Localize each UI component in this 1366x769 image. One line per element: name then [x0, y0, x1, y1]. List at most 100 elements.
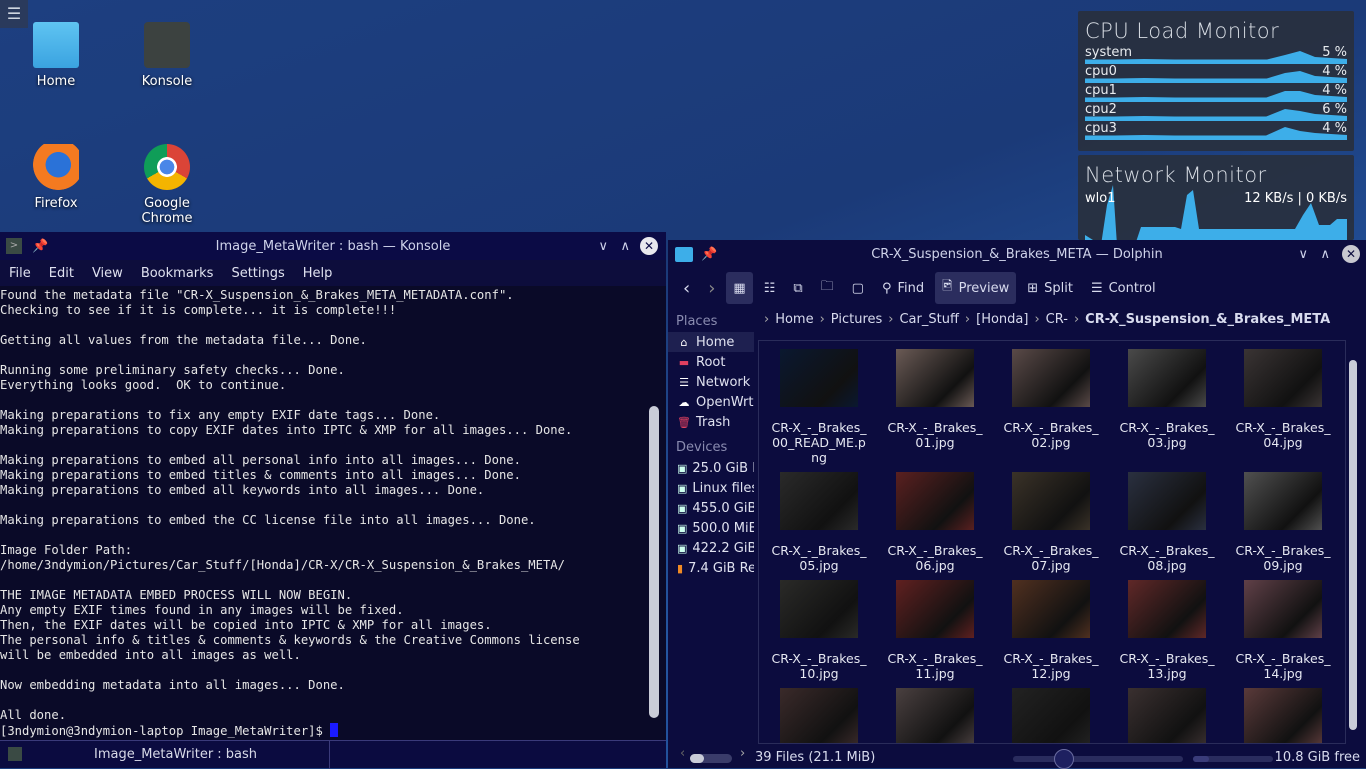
menu-view[interactable]: View [83, 266, 132, 281]
device-label: 455.0 GiB Hard Drive [692, 500, 754, 516]
file-item[interactable]: CR-X_-_Brakes_12.jpg [997, 580, 1105, 681]
breadcrumb-item[interactable]: CR-X_Suspension_&_Brakes_META [1085, 312, 1330, 327]
place-trash[interactable]: 🗑 Trash [668, 412, 754, 432]
terminal-output[interactable]: Found the metadata file "CR-X_Suspension… [0, 286, 646, 740]
minimize-button[interactable]: ∨ [1298, 247, 1308, 262]
device-item[interactable]: ▮ 7.4 GiB Removable Media [668, 558, 754, 578]
close-button[interactable]: ✕ [1342, 245, 1360, 263]
terminal-line: Running some preliminary safety checks..… [0, 363, 345, 377]
file-item[interactable]: CR-X_-_Brakes_08.jpg [1113, 472, 1221, 573]
file-item[interactable]: CR-X_-_Brakes_06.jpg [881, 472, 989, 573]
forward-button[interactable]: › [701, 272, 722, 304]
terminal-icon [144, 22, 190, 68]
file-name: CR-X_-_Brakes_08.jpg [1119, 543, 1215, 573]
split-button[interactable]: ⊞ Split [1020, 272, 1080, 304]
menu-file[interactable]: File [0, 266, 40, 281]
file-item[interactable]: CR-X_-_Brakes_11.jpg [881, 580, 989, 681]
breadcrumb-item[interactable]: CR- [1046, 312, 1068, 327]
file-item[interactable] [765, 688, 873, 743]
network-rate: 12 KB/s | 0 KB/s [1244, 191, 1347, 206]
desktop-icon-google-chrome[interactable]: Google Chrome [117, 144, 217, 226]
terminal-line: Making preparations to embed all keyword… [0, 483, 485, 497]
image-thumbnail [1128, 688, 1206, 743]
file-item[interactable]: CR-X_-_Brakes_02.jpg [997, 349, 1105, 450]
menu-edit[interactable]: Edit [40, 266, 83, 281]
breadcrumb-item[interactable]: Car_Stuff [899, 312, 958, 327]
file-item[interactable]: CR-X_-_Brakes_07.jpg [997, 472, 1105, 573]
place-root[interactable]: ▬ Root [668, 352, 754, 372]
back-button[interactable]: ‹ [676, 272, 697, 304]
breadcrumb-item[interactable]: Pictures [831, 312, 882, 327]
minimize-button[interactable]: ∨ [598, 239, 608, 254]
places-panel: Places ⌂ Home ▬ Root ☰ Network ☁ OpenWrt 🗑 Trash … [668, 312, 754, 578]
cpu-name: system [1085, 45, 1132, 60]
file-item[interactable]: CR-X_-_Brakes_13.jpg [1113, 580, 1221, 681]
zoom-slider[interactable] [1013, 749, 1183, 769]
file-item[interactable]: CR-X_-_Brakes_09.jpg [1229, 472, 1337, 573]
device-item[interactable]: ▣ 500.0 MiB Hard Drive [668, 518, 754, 538]
terminal-line: Making preparations to fix any empty EXI… [0, 408, 441, 422]
cpu-name: cpu3 [1085, 121, 1117, 136]
desktop-icon-konsole[interactable]: Konsole [117, 22, 217, 89]
menu-help[interactable]: Help [294, 266, 342, 281]
close-button[interactable]: ✕ [640, 237, 658, 255]
file-item[interactable] [881, 688, 989, 743]
image-thumbnail [1012, 580, 1090, 638]
trash-icon: 🗑 [677, 415, 691, 429]
file-item[interactable] [1229, 688, 1337, 743]
device-item[interactable]: ▣ 25.0 GiB Hard Drive [668, 458, 754, 478]
horizontal-scrollbar[interactable] [690, 754, 732, 763]
terminal-line: THE IMAGE METADATA EMBED PROCESS WILL NO… [0, 588, 353, 602]
new-file-button[interactable]: ▢ [845, 272, 871, 304]
file-name: CR-X_-_Brakes_13.jpg [1119, 651, 1215, 681]
place-network[interactable]: ☰ Network [668, 372, 754, 392]
maximize-button[interactable]: ∧ [620, 239, 630, 254]
place-home[interactable]: ⌂ Home [668, 332, 754, 352]
icons-view-button[interactable]: ▦ [726, 272, 753, 304]
breadcrumb-item[interactable]: [Honda] [976, 312, 1028, 327]
drive-icon: ▣ [677, 461, 688, 475]
new-folder-button[interactable]: 🗀 [814, 272, 841, 304]
file-item[interactable]: CR-X_-_Brakes_05.jpg [765, 472, 873, 573]
control-button[interactable]: ☰ Control [1084, 272, 1163, 304]
cpu-row: cpu1 4 % [1078, 83, 1354, 102]
konsole-titlebar[interactable]: > 📌 Image_MetaWriter : bash — Konsole ∨ … [0, 232, 666, 260]
file-item[interactable]: CR-X_-_Brakes_10.jpg [765, 580, 873, 681]
menu-bookmarks[interactable]: Bookmarks [132, 266, 223, 281]
free-space-bar [1193, 756, 1273, 762]
cpu-name: cpu1 [1085, 83, 1117, 98]
device-item[interactable]: ▣ 455.0 GiB Hard Drive [668, 498, 754, 518]
device-item[interactable]: ▣ Linux filesystem [668, 478, 754, 498]
compact-view-button[interactable]: ☷ [757, 272, 783, 304]
file-view-scrollbar[interactable] [1348, 344, 1358, 740]
desktop-icon-firefox[interactable]: Firefox [6, 144, 106, 211]
file-view[interactable]: CR-X_-_Brakes_00_READ_ME.png CR-X_-_Brake… [758, 340, 1346, 744]
image-thumbnail [896, 688, 974, 743]
file-item[interactable]: CR-X_-_Brakes_00_READ_ME.png [765, 349, 873, 465]
device-item[interactable]: ▣ 422.2 GiB Hard Drive [668, 538, 754, 558]
terminal-line: Everything looks good. OK to continue. [0, 378, 287, 392]
details-view-button[interactable]: ⧉ [786, 272, 809, 304]
control-label: Control [1108, 280, 1156, 296]
breadcrumb-item[interactable]: Home [775, 312, 813, 327]
preview-button[interactable]: 🖻 Preview [935, 272, 1017, 304]
file-item[interactable]: CR-X_-_Brakes_14.jpg [1229, 580, 1337, 681]
file-name: CR-X_-_Brakes_10.jpg [771, 651, 867, 681]
file-item[interactable] [997, 688, 1105, 743]
tab-bar: Image_MetaWriter : bash [0, 740, 666, 769]
desktop-icon-home[interactable]: Home [6, 22, 106, 89]
find-label: Find [897, 280, 925, 296]
terminal-scrollbar[interactable] [646, 286, 666, 740]
place-openwrt[interactable]: ☁ OpenWrt [668, 392, 754, 412]
tab-bash[interactable]: Image_MetaWriter : bash [0, 741, 330, 769]
menu-settings[interactable]: Settings [222, 266, 293, 281]
file-item[interactable]: CR-X_-_Brakes_01.jpg [881, 349, 989, 450]
maximize-button[interactable]: ∧ [1320, 247, 1330, 262]
file-item[interactable]: CR-X_-_Brakes_03.jpg [1113, 349, 1221, 450]
terminal-line: Getting all values from the metadata fil… [0, 333, 367, 347]
file-item[interactable] [1113, 688, 1221, 743]
dolphin-titlebar[interactable]: 📌 CR-X_Suspension_&_Brakes_META — Dolphi… [668, 240, 1366, 268]
breadcrumb-separator: › [764, 312, 770, 327]
find-button[interactable]: ⚲ Find [875, 272, 931, 304]
file-item[interactable]: CR-X_-_Brakes_04.jpg [1229, 349, 1337, 450]
